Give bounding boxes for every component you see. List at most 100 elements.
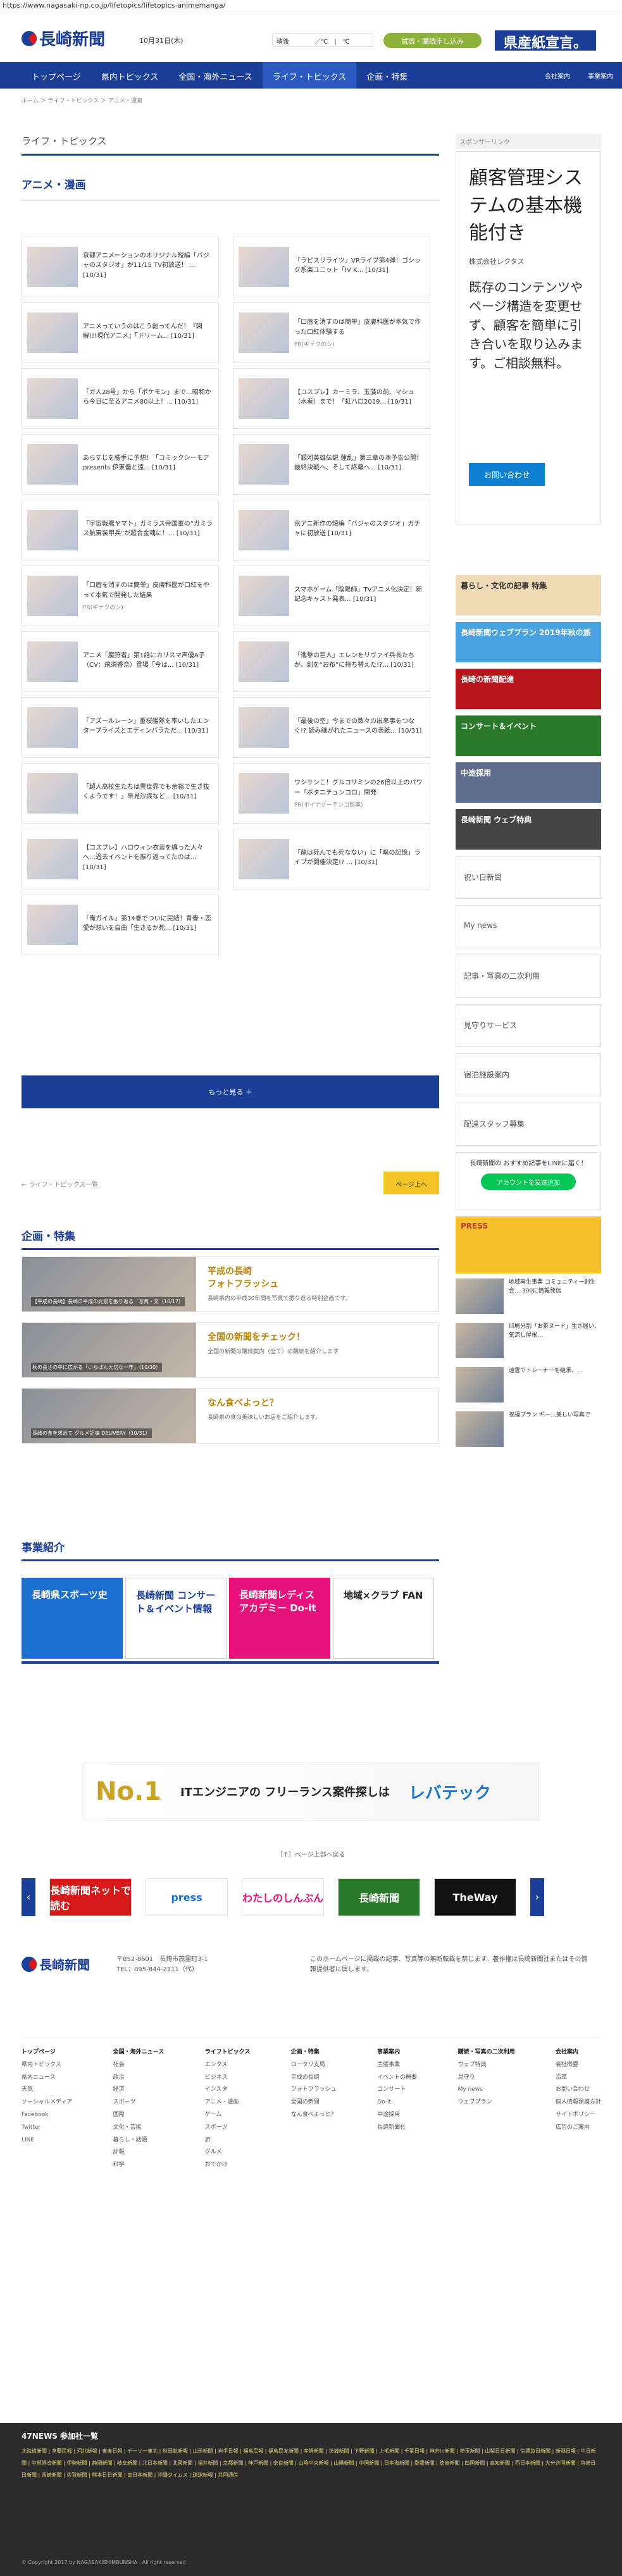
banner-recruit[interactable]: 中途採用 xyxy=(456,762,601,803)
footer-nav-link[interactable]: 見守り xyxy=(458,2072,515,2084)
article-card[interactable]: 「超人高校生たちは異世界でも余裕で生き抜くようです！」早見沙織など... [10… xyxy=(22,763,219,824)
footer-nav-link[interactable]: 天気 xyxy=(22,2084,72,2096)
footer-nav-link[interactable]: 個人情報保護方針 xyxy=(556,2096,601,2109)
footer-nav-link[interactable]: エンタメ xyxy=(205,2059,251,2072)
feature-card[interactable]: 秋の長さの中に広がる「いちばん大切な一年」（10/30） 全国の新聞をチェック！… xyxy=(22,1322,439,1378)
back-to-top-link[interactable]: ［↑］ページ上部へ戻る xyxy=(0,1843,622,1862)
footer-nav-link[interactable]: Do-it xyxy=(377,2096,417,2109)
article-card[interactable]: 「銀河英雄伝説 蓮乱」第三章の本予告公開！ 最終決戦へ、そして終幕へ... [1… xyxy=(233,434,430,495)
site-logo[interactable]: 長崎新聞 xyxy=(22,27,105,50)
banner-culture[interactable]: 暮らし・文化の記事 特集 xyxy=(456,575,601,616)
footer-nav-link[interactable]: 広告のご案内 xyxy=(556,2122,601,2134)
business-slide[interactable]: 長崎新聞 コンサート＆イベント情報 xyxy=(125,1578,227,1659)
footer-nav-link[interactable]: スポーツ xyxy=(205,2122,251,2134)
more-button[interactable]: もっと見る ＋ xyxy=(22,1075,439,1108)
footer-nav-link[interactable]: 平成の長崎 xyxy=(291,2072,337,2084)
footer-nav-link[interactable]: ソーシャルメディア xyxy=(22,2096,72,2109)
article-card[interactable]: 「宇宙戦艦ヤマト」ガミラス帝国軍の“ガミラス航宙装甲兵”が超合金魂に！... [… xyxy=(22,500,219,560)
article-card[interactable]: 「ラピスリライツ」VRライブ第4弾！ゴシック系楽ユニット「IV K... [10… xyxy=(233,237,430,297)
side-link[interactable]: 見守りサービス xyxy=(456,1004,601,1047)
footer-nav-link[interactable]: お問い合わせ xyxy=(556,2084,601,2096)
footer-nav-link[interactable]: Twitter xyxy=(22,2122,72,2134)
banner-press[interactable]: PRESS xyxy=(456,1217,601,1273)
footer-nav-link[interactable]: グルメ xyxy=(205,2146,251,2159)
footer-nav-link[interactable]: 県内トピックス xyxy=(22,2059,72,2072)
side-link[interactable]: My news xyxy=(456,905,601,948)
side-link[interactable]: 配達スタッフ募集 xyxy=(456,1103,601,1146)
footer-nav-link[interactable]: 旅 xyxy=(205,2134,251,2147)
article-card[interactable]: 【コスプレ】ハロウィン衣装を纏った人々へ…過去イベントを振り返ってたのは... … xyxy=(22,829,219,889)
footer-nav-link[interactable]: イベントの概要 xyxy=(377,2072,417,2084)
banner-webplan[interactable]: 長崎新聞ウェブプラン 2019年秋の旅 xyxy=(456,622,601,662)
footer-nav-link[interactable]: 全国・海外ニュース xyxy=(113,2047,165,2059)
feature-card[interactable]: 【平成の長崎】長崎の平成の光景を振り返る 写真・文（10/17） 平成の長崎 フ… xyxy=(22,1256,439,1312)
article-card[interactable]: 「俺ガイル」第14巻でついに完結！青春・恋愛が想いを自由「生きるか死... [1… xyxy=(22,895,219,955)
side-news-item[interactable]: 祝福プラン ギー…美しい写真で xyxy=(456,1411,601,1451)
footer-nav-link[interactable]: フォトフラッシュ xyxy=(291,2084,337,2096)
nav-business[interactable]: 事業案内 xyxy=(579,62,622,89)
footer-nav-link[interactable]: ビジネス xyxy=(205,2072,251,2084)
article-card[interactable]: 「ガ人28号」から「ポケモン」まで…昭和から今日に至るアニメ80以上！... [… xyxy=(22,368,219,429)
line-add-friend-button[interactable]: アカウントを友達追加 xyxy=(481,1173,576,1190)
business-slide[interactable]: 地域×クラブ FAN xyxy=(333,1578,434,1659)
nav-national[interactable]: 全国・海外ニュース xyxy=(168,62,262,89)
footer-logo[interactable]: 長崎新聞 xyxy=(22,1955,90,1973)
article-card[interactable]: 「アズールレーン」重桜艦隊を率いしたエンタープライズとエディンバラただ... [… xyxy=(22,697,219,758)
ad-contact-button[interactable]: お問い合わせ xyxy=(469,463,545,486)
footer-nav-link[interactable]: 会社案内 xyxy=(556,2047,601,2059)
nav-local[interactable]: 県内トピックス xyxy=(91,62,169,89)
footer-nav-link[interactable]: 全国の新聞 xyxy=(291,2096,337,2109)
carousel-indicator[interactable] xyxy=(22,1661,439,1664)
footer-nav-link[interactable]: My news xyxy=(458,2084,515,2096)
nav-top[interactable]: トップページ xyxy=(22,62,91,89)
article-card[interactable]: 「口唇を消すのは簡単」皮膚科医が本気で作った口紅体験する PR(ギテクのシ) xyxy=(233,302,430,363)
n47-links[interactable]: 北海道新聞 | 室蘭民報 | 河北新報 | 東奥日報 | デーリー東北 | 秋田… xyxy=(22,2445,600,2482)
carousel-prev-icon[interactable]: ‹ xyxy=(22,1878,35,1916)
feature-card[interactable]: 長崎の食を求めて グルメ記事 DELIVERY（10/31） なん食べよっと？ 長… xyxy=(22,1388,439,1444)
nav-company[interactable]: 会社案内 xyxy=(536,62,579,89)
sidebar-ad[interactable]: 顧客管理システムの基本機能付き 株式会社レクタス 既存のコンテンツやページ構造を… xyxy=(456,151,601,524)
trial-subscribe-button[interactable]: 試読・購読申し込み xyxy=(383,33,482,48)
business-slide[interactable]: 長崎新聞レディスアカデミー Do-it xyxy=(229,1578,330,1659)
footer-nav-link[interactable]: 訃報 xyxy=(113,2146,165,2159)
banner-concert[interactable]: コンサート＆イベント xyxy=(456,715,601,756)
footer-nav-link[interactable]: ウェブプラン xyxy=(458,2096,515,2109)
side-link[interactable]: 宿泊施設案内 xyxy=(456,1053,601,1096)
footer-nav-link[interactable]: 沿革 xyxy=(556,2072,601,2084)
footer-nav-link[interactable]: トップページ xyxy=(22,2047,72,2059)
footer-nav-link[interactable]: コンサート xyxy=(377,2084,417,2096)
article-card[interactable]: 京都アニメーションのオリジナル短編「バジャのスタジオ」が11/15 TV初放送！… xyxy=(22,237,219,297)
footer-nav-link[interactable]: インスタ xyxy=(205,2084,251,2096)
footer-nav-link[interactable]: ウェブ特典 xyxy=(458,2059,515,2072)
footer-nav-link[interactable]: 経済 xyxy=(113,2084,165,2096)
partner-logo[interactable]: わたしのしんぶん xyxy=(242,1878,324,1916)
footer-nav-link[interactable]: LINE xyxy=(22,2134,72,2147)
banner-delivery[interactable]: 長崎の新聞配達 xyxy=(456,669,601,709)
footer-nav-link[interactable]: アニメ・漫画 xyxy=(205,2096,251,2109)
footer-nav-link[interactable]: 主催事業 xyxy=(377,2059,417,2072)
carousel-next-icon[interactable]: › xyxy=(530,1878,544,1916)
nav-feature[interactable]: 企画・特集 xyxy=(356,62,418,89)
footer-ad[interactable]: No.1 ITエンジニアの フリーランス案件探しは レバテック xyxy=(82,1762,539,1821)
article-card[interactable]: あらすじを勝手に予想！「コミックシーモアpresents 伊東優と遠... [1… xyxy=(22,434,219,495)
footer-nav-link[interactable]: 長崎新聞社 xyxy=(377,2122,417,2134)
footer-nav-link[interactable]: 政治 xyxy=(113,2072,165,2084)
article-card[interactable]: アニメ「魔狩者」第1話にカリスマ声優A子（CV：飛須香奈）登場「今は... [1… xyxy=(22,631,219,692)
partner-logo[interactable]: 長崎新聞 xyxy=(338,1878,420,1916)
footer-nav-link[interactable]: 暮らし・話題 xyxy=(113,2134,165,2147)
partner-logo[interactable]: TheWay xyxy=(434,1878,516,1916)
article-card[interactable]: 「龍は死んでも死なない」に「暗の記憶」ライブが開催決定!? ... [10/31… xyxy=(233,829,430,889)
footer-nav-link[interactable]: 国際 xyxy=(113,2109,165,2122)
footer-nav-link[interactable]: 企画・特集 xyxy=(291,2047,337,2059)
partner-logo[interactable]: press xyxy=(146,1878,228,1916)
side-news-item[interactable]: 印刷分割「お茶ヌード」生き届い、 気流し屋根... xyxy=(456,1323,601,1362)
address-bar[interactable]: https://www.nagasaki-np.co.jp/lifetopics… xyxy=(0,0,622,11)
footer-nav-link[interactable]: なん食べよっと？ xyxy=(291,2109,337,2122)
partner-logo[interactable]: 長崎新聞ネットで読む xyxy=(49,1878,132,1916)
side-news-item[interactable]: 地域再生事業 コミュニティー創生会… 300に情報発信 xyxy=(456,1279,601,1318)
article-card[interactable]: アニメっていうのはこう創ってんだ！『図解!!!現代アニメ』「ドリーム... [1… xyxy=(22,302,219,363)
footer-nav-link[interactable]: 事業案内 xyxy=(377,2047,417,2059)
footer-nav-link[interactable]: ライフトピックス xyxy=(205,2047,251,2059)
footer-nav-link[interactable]: 文化・芸能 xyxy=(113,2122,165,2134)
kensan-banner[interactable]: 県産紙宣言。 xyxy=(495,30,596,51)
